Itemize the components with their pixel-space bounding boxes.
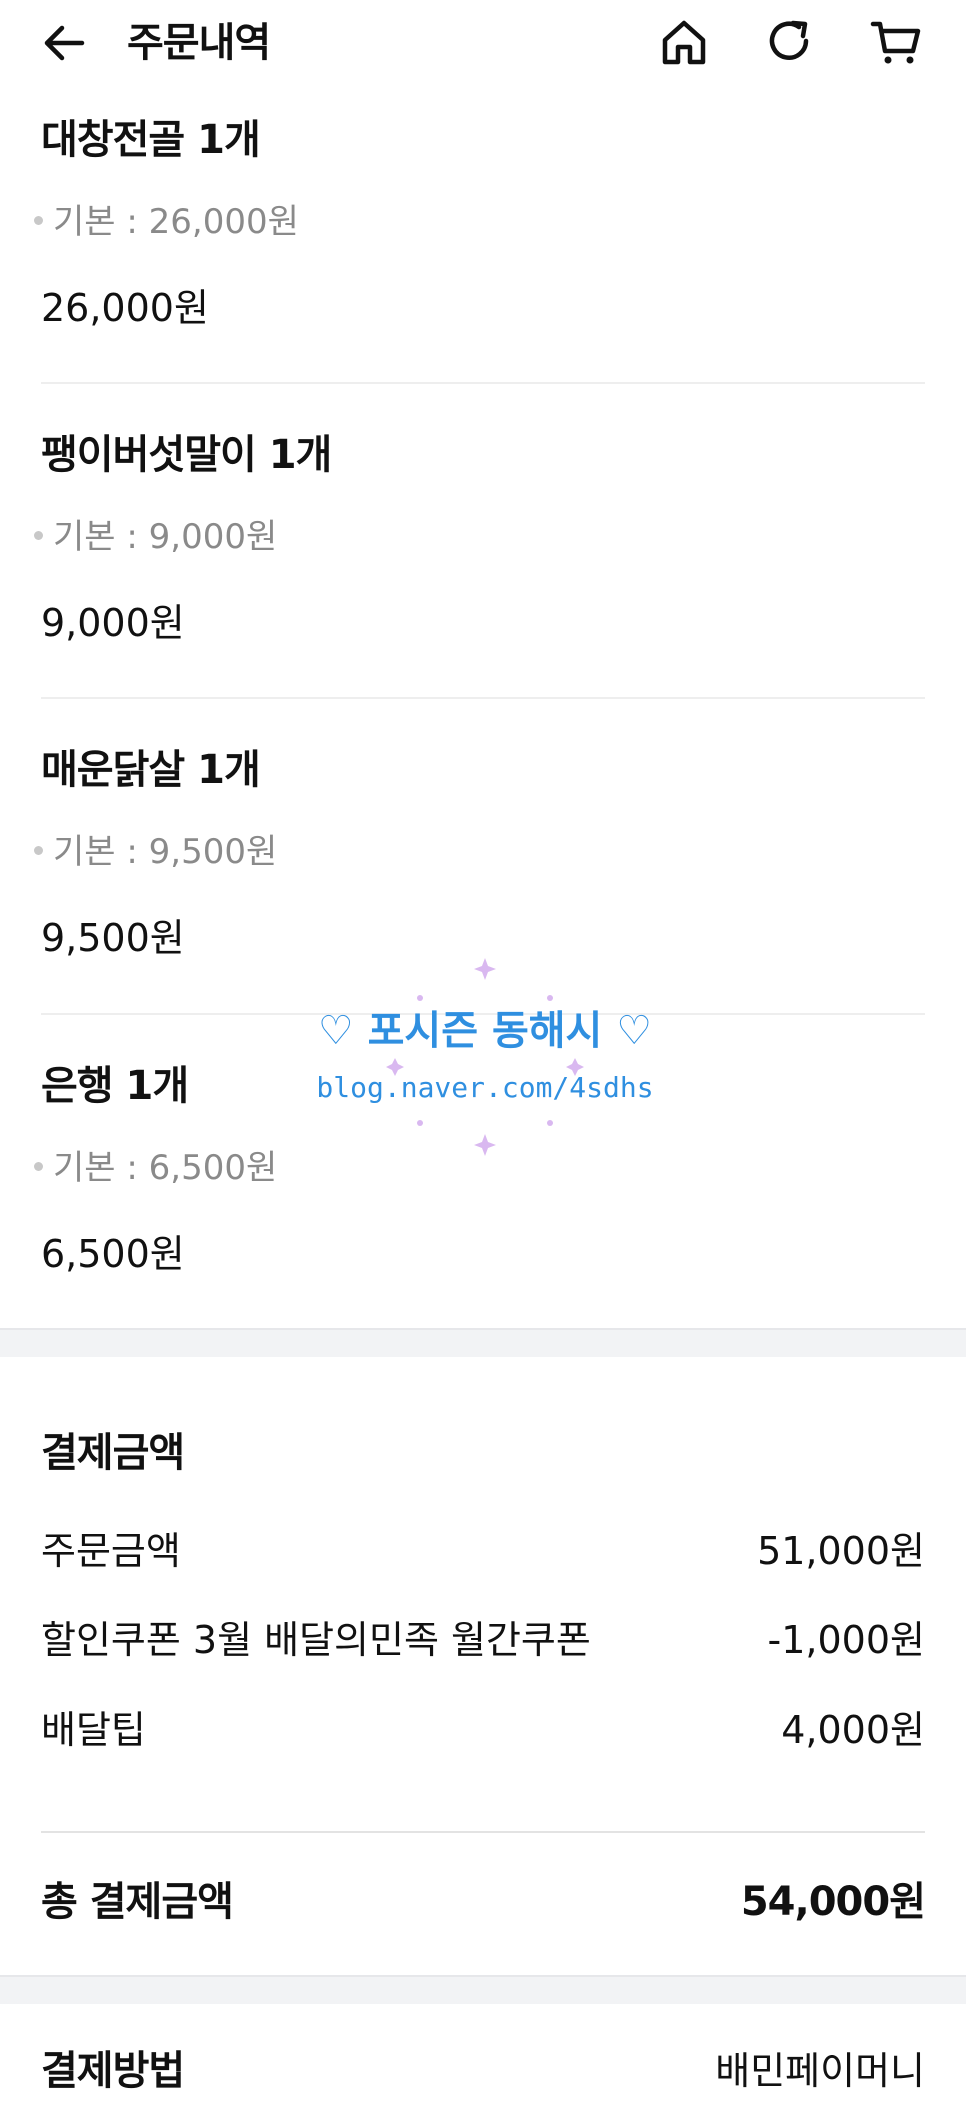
item-option-text: 기본 : 9,500원 <box>53 832 278 872</box>
refresh-icon <box>769 20 809 60</box>
item-name: 팽이버섯말이 1개 <box>41 432 332 478</box>
delivery-tip-label: 배달팁 <box>41 1708 146 1752</box>
item-option: 기본 : 9,000원 <box>34 511 277 563</box>
item-name: 매운닭살 1개 <box>41 747 261 793</box>
item-option: 기본 : 6,500원 <box>34 1142 277 1194</box>
item-name: 은행 1개 <box>41 1063 189 1109</box>
item-option-text: 기본 : 26,000원 <box>53 202 299 242</box>
item-option: 기본 : 9,500원 <box>34 826 277 878</box>
item-price: 6,500원 <box>41 1232 185 1276</box>
bullet-icon <box>34 531 43 540</box>
watermark-url: blog.naver.com/4sdhs <box>316 1071 654 1104</box>
delivery-tip-value: 4,000원 <box>781 1708 925 1752</box>
order-item: 대창전골 1개 기본 : 26,000원 26,000원 <box>0 110 966 340</box>
back-arrow-icon <box>44 25 85 61</box>
bullet-icon <box>34 1162 43 1171</box>
refresh-button[interactable] <box>760 13 818 71</box>
item-option: 기본 : 26,000원 <box>34 196 299 248</box>
coupon-label: 할인쿠폰 3월 배달의민족 월간쿠폰 <box>41 1618 591 1662</box>
divider <box>41 697 925 699</box>
payment-method-label: 결제방법 <box>41 2048 185 2094</box>
total-amount-label: 총 결제금액 <box>41 1879 234 1925</box>
heart-icon: ♡ <box>317 1008 354 1054</box>
top-app-bar: 주문내역 <box>0 0 966 86</box>
section-separator <box>0 1975 966 2004</box>
divider <box>41 382 925 384</box>
bullet-icon <box>34 846 43 855</box>
heart-icon: ♡ <box>616 1008 653 1054</box>
item-option-text: 기본 : 6,500원 <box>53 1148 278 1188</box>
item-price: 26,000원 <box>41 286 209 330</box>
back-button[interactable] <box>38 14 96 72</box>
order-item: 매운닭살 1개 기본 : 9,500원 9,500원 <box>0 740 966 970</box>
order-item: 팽이버섯말이 1개 기본 : 9,000원 9,000원 <box>0 425 966 655</box>
payment-method-value: 배민페이머니 <box>715 2049 925 2093</box>
home-icon <box>662 20 706 65</box>
total-amount-value: 54,000원 <box>740 1879 926 1925</box>
watermark-title: ♡ 포시즌 동해시 ♡ <box>317 1008 653 1054</box>
payment-summary-title: 결제금액 <box>41 1430 185 1476</box>
home-button[interactable] <box>655 13 713 71</box>
order-amount-value: 51,000원 <box>757 1529 925 1573</box>
item-option-text: 기본 : 9,000원 <box>53 517 278 557</box>
bullet-icon <box>34 216 43 225</box>
item-price: 9,000원 <box>41 601 185 645</box>
sparkle-decoration-icon <box>386 958 584 1156</box>
watermark: ♡ 포시즌 동해시 ♡ blog.naver.com/4sdhs <box>300 958 670 1158</box>
order-amount-label: 주문금액 <box>41 1529 181 1573</box>
item-price: 9,500원 <box>41 916 185 960</box>
item-name: 대창전골 1개 <box>41 117 261 163</box>
coupon-value: -1,000원 <box>767 1618 925 1662</box>
section-separator <box>0 1328 966 1357</box>
cart-icon <box>870 21 921 64</box>
page-title: 주문내역 <box>127 20 271 66</box>
cart-button[interactable] <box>868 13 926 71</box>
divider <box>41 1831 925 1833</box>
